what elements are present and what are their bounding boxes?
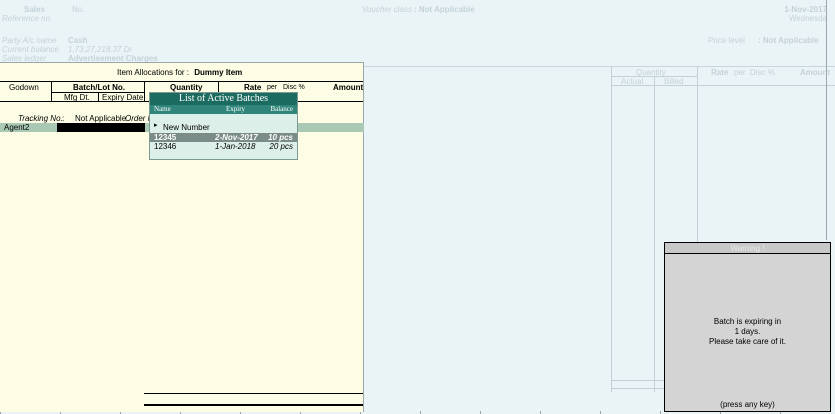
warning-line-3: Please take care of it.	[709, 337, 786, 346]
batch-name: 12345	[154, 133, 177, 142]
col-amount: Amount	[333, 83, 364, 92]
batches-col-balance: Balance	[270, 105, 293, 113]
batch-balance: 20 pcs	[269, 142, 293, 151]
batch-balance: 10 pcs	[268, 133, 293, 142]
balance-value: 1,73,27,218.37 Dr	[68, 45, 133, 54]
disc-head: Disc %	[750, 68, 775, 77]
batch-row-12346[interactable]: 12346 1-Jan-2018 20 pcs	[150, 142, 297, 151]
batch-expiry: 2-Nov-2017	[215, 133, 258, 142]
batches-col-name: Name	[154, 105, 171, 113]
batches-col-expiry: Expiry	[226, 105, 246, 113]
alloc-title-prefix: Item Allocations for :	[117, 68, 190, 77]
balance-label: Current balance	[2, 45, 59, 54]
col-batch: Batch/Lot No.	[73, 83, 125, 92]
warning-title: Warning !	[665, 243, 830, 254]
alloc-item-name: Dummy Item	[194, 68, 243, 77]
party-value[interactable]: Cash	[68, 36, 88, 45]
tracking-label: Tracking No.	[18, 114, 63, 123]
tracking-value[interactable]: Not Applicable	[75, 114, 126, 123]
warning-line-2: 1 days.	[734, 327, 761, 336]
rate-head: Rate	[711, 68, 729, 77]
col-godown: Godown	[9, 83, 39, 92]
party-label: Party A/c name	[2, 36, 57, 45]
warning-footer: (press any key)	[720, 400, 775, 409]
alloc-title: Item Allocations for : Dummy Item	[117, 68, 242, 77]
batch-row-12345[interactable]: 12345 2-Nov-2017 10 pcs	[150, 133, 297, 142]
voucher-no-label: No.	[72, 5, 85, 14]
godown-value[interactable]: Agent2	[4, 123, 29, 132]
voucher-class-value[interactable]: : Not Applicable	[414, 5, 475, 14]
price-level-label: Price level	[708, 36, 745, 45]
active-batches-popup: List of Active Batches Name Expiry Balan…	[149, 92, 298, 160]
warning-message: Batch is expiring in 1 days. Please take…	[665, 317, 830, 347]
warning-dialog[interactable]: Warning ! Batch is expiring in 1 days. P…	[664, 242, 831, 412]
header-top-rule	[364, 66, 835, 67]
price-level-value[interactable]: : Not Applicable	[758, 36, 819, 45]
warning-line-1: Batch is expiring in	[713, 317, 782, 326]
batch-input[interactable]	[57, 123, 145, 132]
voucher-type-label: Sales	[24, 5, 45, 14]
new-number-label: New Number	[163, 123, 210, 132]
col-rate: Rate	[244, 83, 262, 92]
col-per: per	[267, 84, 278, 91]
voucher-class-label: Voucher class	[362, 5, 412, 14]
reference-no-label: Reference no.	[2, 14, 53, 23]
voucher-day: Wednesda	[788, 14, 827, 23]
batch-expiry: 1-Jan-2018	[215, 142, 256, 151]
per-head: per	[734, 68, 746, 77]
new-number-item[interactable]: ▸ New Number	[150, 122, 297, 132]
batches-title: List of Active Batches	[150, 93, 297, 105]
batches-column-header: Name Expiry Balance	[150, 105, 297, 114]
col-quantity: Quantity	[170, 83, 203, 92]
voucher-date[interactable]: 1-Nov-2017	[784, 5, 827, 14]
batch-name: 12346	[154, 142, 177, 151]
col-disc: Disc %	[283, 84, 305, 91]
